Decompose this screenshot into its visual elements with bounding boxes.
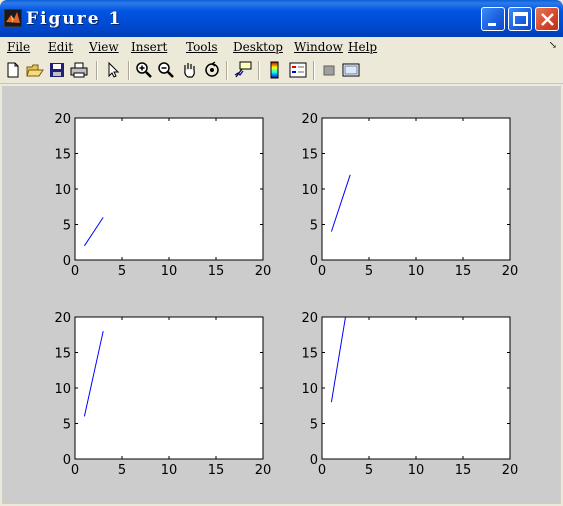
- y-tick-label: 5: [310, 219, 318, 234]
- y-tick-label: 0: [63, 453, 71, 468]
- y-tick-label: 15: [54, 148, 71, 163]
- y-tick-label: 15: [301, 347, 318, 362]
- window-title: Figure 1: [26, 9, 123, 29]
- print-icon[interactable]: [70, 61, 88, 79]
- x-tick-label: 20: [255, 463, 272, 478]
- new-figure-icon[interactable]: [4, 61, 22, 79]
- menu-tools-label: Tools: [186, 40, 218, 54]
- x-tick-label: 15: [208, 264, 225, 279]
- toolbar-separator: [313, 61, 315, 80]
- x-tick-label: 10: [161, 264, 178, 279]
- dock-arrow-icon[interactable]: ↘: [549, 40, 557, 51]
- figure-canvas[interactable]: 0 5 10 15 20 0 5 10 15 20 0 5 10 15 20 0 5 10 15 20 0 5 10 15 20…: [2, 86, 561, 504]
- x-tick-label: 0: [318, 463, 326, 478]
- menu-help[interactable]: Help: [348, 39, 377, 55]
- x-tick-label: 10: [408, 463, 425, 478]
- y-tick-label: 20: [301, 311, 318, 326]
- subplots-svg: 0 5 10 15 20 0 5 10 15 20 0 5 10 15 20 0 5 10 15 20 0 5 10 15 20…: [54, 112, 518, 478]
- close-button[interactable]: [535, 7, 559, 31]
- menu-tools[interactable]: Tools: [186, 39, 218, 55]
- menu-edit[interactable]: Edit: [48, 39, 73, 55]
- x-tick-label: 20: [502, 264, 519, 279]
- menu-file[interactable]: File: [7, 39, 30, 55]
- toolbar-separator: [258, 61, 260, 80]
- menu-insert[interactable]: Insert: [131, 39, 167, 55]
- axes-box: [74, 316, 264, 460]
- axes-box: [321, 117, 511, 261]
- show-plot-tools-icon[interactable]: [342, 61, 360, 79]
- subplot-2[interactable]: 0 5 10 15 20 0 5 10 15 20: [301, 112, 518, 279]
- y-tick-label: 10: [301, 183, 318, 198]
- zoom-out-icon[interactable]: [157, 61, 175, 79]
- zoom-in-icon[interactable]: [135, 61, 153, 79]
- y-tick-label: 20: [54, 112, 71, 127]
- y-tick-label: 20: [54, 311, 71, 326]
- x-tick-label: 5: [365, 264, 373, 279]
- title-bar[interactable]: Figure 1: [0, 0, 563, 37]
- x-tick-label: 10: [408, 264, 425, 279]
- menu-view[interactable]: View: [89, 39, 119, 55]
- y-tick-label: 15: [301, 148, 318, 163]
- menu-window-label: Window: [294, 40, 343, 54]
- y-tick-label: 5: [63, 418, 71, 433]
- y-tick-label: 10: [54, 183, 71, 198]
- minimize-button[interactable]: [481, 7, 505, 31]
- toolbar: [0, 57, 563, 84]
- maximize-button[interactable]: [508, 7, 532, 31]
- x-tick-label: 0: [318, 264, 326, 279]
- insert-colorbar-icon[interactable]: [266, 61, 284, 79]
- x-tick-label: 10: [161, 463, 178, 478]
- x-tick-label: 15: [455, 264, 472, 279]
- subplot-3[interactable]: 0 5 10 15 20 0 5 10 15 20: [54, 311, 271, 478]
- menu-desktop[interactable]: Desktop: [233, 39, 283, 55]
- open-file-icon[interactable]: [26, 61, 44, 79]
- y-tick-label: 5: [63, 219, 71, 234]
- y-tick-label: 0: [63, 254, 71, 269]
- y-tick-label: 0: [310, 453, 318, 468]
- x-tick-label: 20: [502, 463, 519, 478]
- data-cursor-icon[interactable]: [234, 61, 252, 79]
- axes-box: [321, 316, 511, 460]
- toolbar-separator: [226, 61, 228, 80]
- y-tick-label: 5: [310, 418, 318, 433]
- y-tick-label: 10: [301, 382, 318, 397]
- menu-insert-label: Insert: [131, 40, 168, 54]
- pan-hand-icon[interactable]: [180, 61, 198, 79]
- x-tick-label: 5: [365, 463, 373, 478]
- y-tick-label: 15: [54, 347, 71, 362]
- rotate-3d-icon[interactable]: [203, 61, 221, 79]
- x-tick-label: 15: [208, 463, 225, 478]
- matlab-logo-icon: [4, 9, 22, 27]
- y-tick-label: 10: [54, 382, 71, 397]
- menu-window[interactable]: Window: [294, 39, 343, 55]
- menu-view-label: View: [89, 40, 119, 54]
- menu-edit-label: Edit: [48, 40, 74, 54]
- menu-help-label: Help: [348, 40, 378, 54]
- edit-plot-arrow-icon[interactable]: [104, 61, 122, 79]
- toolbar-separator: [128, 61, 130, 80]
- menu-desktop-label: Desktop: [233, 40, 283, 54]
- toolbar-separator: [96, 61, 98, 80]
- hide-plot-tools-icon[interactable]: [320, 61, 338, 79]
- menu-file-label: File: [7, 40, 31, 54]
- axes-box: [74, 117, 264, 261]
- x-tick-label: 20: [255, 264, 272, 279]
- x-tick-label: 5: [118, 463, 126, 478]
- subplot-1[interactable]: 0 5 10 15 20 0 5 10 15 20: [54, 112, 271, 279]
- x-tick-label: 15: [455, 463, 472, 478]
- y-tick-label: 20: [301, 112, 318, 127]
- insert-legend-icon[interactable]: [289, 61, 307, 79]
- x-tick-label: 0: [71, 264, 79, 279]
- menu-bar: File Edit View Insert Tools Desktop Wind…: [0, 37, 563, 57]
- x-tick-label: 5: [118, 264, 126, 279]
- y-tick-label: 0: [310, 254, 318, 269]
- subplot-4[interactable]: 0 5 10 15 20 0 5 10 15 20: [301, 289, 518, 478]
- x-tick-label: 0: [71, 463, 79, 478]
- save-icon[interactable]: [48, 61, 66, 79]
